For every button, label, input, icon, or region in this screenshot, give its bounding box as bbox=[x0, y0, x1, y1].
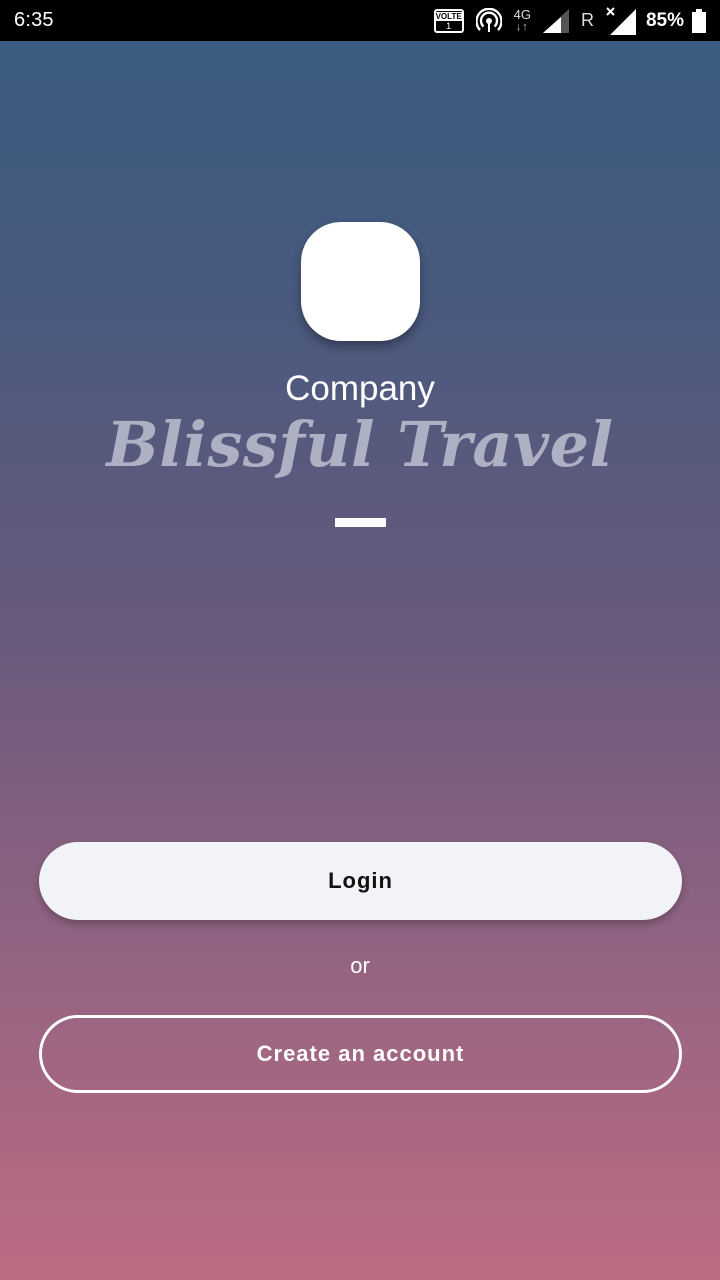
or-separator: or bbox=[350, 953, 370, 978]
create-account-button[interactable]: Create an account bbox=[39, 1015, 682, 1093]
app-logo bbox=[301, 222, 420, 341]
volte-label: VOLTE bbox=[433, 11, 464, 21]
status-bar: 6:35 VOLTE 1 4G ↓↑ R 85% bbox=[0, 0, 720, 41]
welcome-screen: 6:35 VOLTE 1 4G ↓↑ R 85% Company Blissfu… bbox=[0, 0, 720, 1280]
signal-icon bbox=[542, 8, 569, 33]
signal-no-service-icon bbox=[606, 6, 636, 35]
hotspot-icon bbox=[475, 7, 502, 34]
volte-icon: VOLTE 1 bbox=[433, 8, 464, 33]
title-divider bbox=[335, 518, 386, 527]
battery-percent: 85% bbox=[645, 9, 684, 31]
brand-title: Blissful Travel bbox=[106, 408, 614, 481]
volte-sim-label: 1 bbox=[446, 20, 452, 31]
network-arrows: ↓↑ bbox=[515, 20, 529, 33]
login-button[interactable]: Login bbox=[39, 842, 682, 920]
status-icons: VOLTE 1 4G ↓↑ R 85% bbox=[422, 0, 706, 41]
network-type-label: 4G bbox=[513, 6, 531, 22]
roaming-indicator: R bbox=[580, 10, 594, 30]
status-time: 6:35 bbox=[14, 9, 54, 31]
company-label: Company bbox=[285, 369, 435, 408]
battery-icon bbox=[692, 8, 706, 33]
network-4g-icon: 4G ↓↑ bbox=[513, 6, 531, 33]
